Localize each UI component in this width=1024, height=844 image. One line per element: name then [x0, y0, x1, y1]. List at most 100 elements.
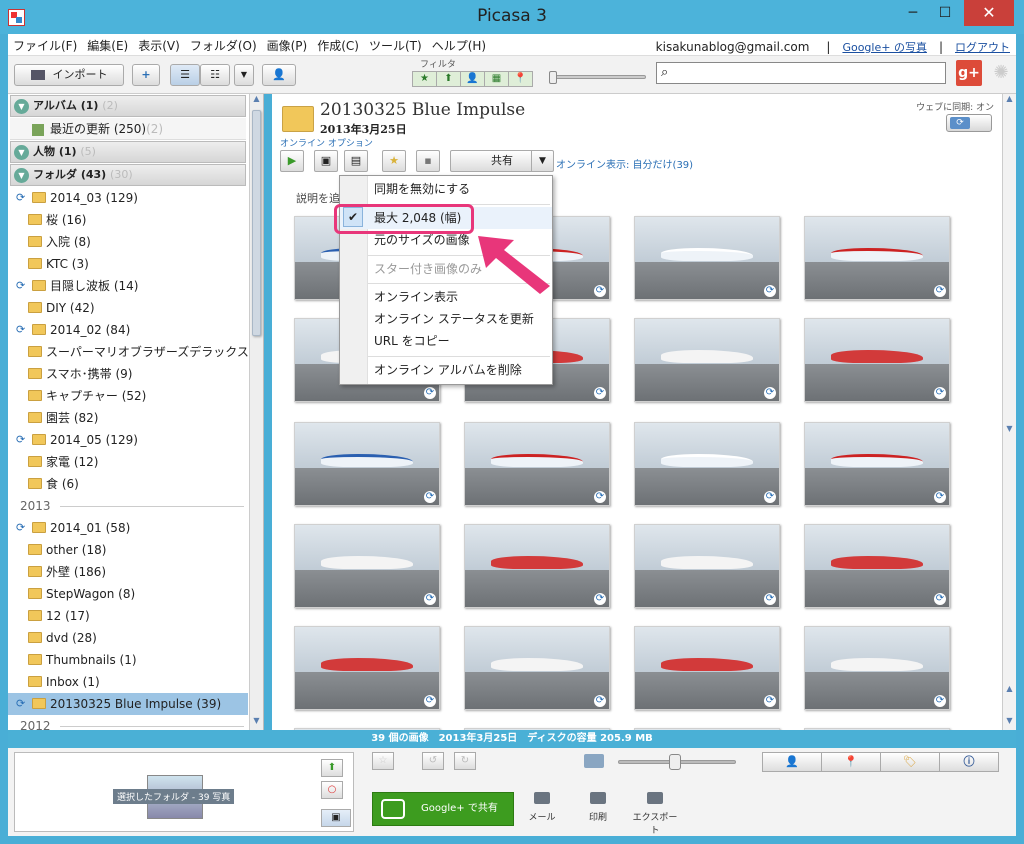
- menu-view[interactable]: 表示(V): [133, 34, 185, 57]
- scroll-down-icon[interactable]: ▼: [1003, 716, 1016, 730]
- folder-item[interactable]: 入院 (8): [8, 231, 248, 253]
- photo-thumbnail[interactable]: ⟳: [294, 626, 440, 710]
- folder-item[interactable]: 園芸 (82): [8, 407, 248, 429]
- maximize-button[interactable]: ☐: [930, 0, 960, 26]
- people-button[interactable]: 👤: [262, 64, 296, 86]
- photo-thumbnail[interactable]: ⟳: [634, 318, 780, 402]
- clear-icon[interactable]: ○: [321, 781, 343, 799]
- sync-toggle[interactable]: ⟳: [946, 114, 992, 132]
- filter-slider[interactable]: [549, 71, 646, 84]
- info-icon[interactable]: ⓘ: [939, 752, 999, 772]
- folder-item[interactable]: ⟳ 2014_02 (84): [8, 319, 248, 341]
- location-pin-icon[interactable]: 📍: [821, 752, 881, 772]
- scroll-down-icon[interactable]: ▼: [250, 716, 263, 730]
- list-view-button[interactable]: ☰: [170, 64, 200, 86]
- folder-item[interactable]: 12 (17): [8, 605, 248, 627]
- photo-thumbnail[interactable]: ⟳: [634, 422, 780, 506]
- expand-icon[interactable]: ▼: [14, 145, 29, 160]
- folder-item[interactable]: Thumbnails (1): [8, 649, 248, 671]
- expand-icon[interactable]: ▼: [14, 168, 29, 183]
- folder-item[interactable]: ⟳ 2014_01 (58): [8, 517, 248, 539]
- folder-item[interactable]: ⟳ 20130325 Blue Impulse (39): [8, 693, 248, 715]
- zoom-slider[interactable]: [618, 754, 736, 770]
- zoom-slider-knob[interactable]: [669, 754, 681, 770]
- menu-folder[interactable]: フォルダ(O): [185, 34, 262, 57]
- folder-item[interactable]: DIY (42): [8, 297, 248, 319]
- folder-item[interactable]: スーパーマリオブラザーズデラックス (10): [8, 341, 263, 363]
- photo-thumbnail[interactable]: ⟳: [804, 626, 950, 710]
- section-albums[interactable]: ▼ アルバム (1) (2): [10, 95, 246, 117]
- import-button[interactable]: インポート: [14, 64, 124, 86]
- album-title[interactable]: 20130325 Blue Impulse: [320, 100, 525, 120]
- gplus-icon[interactable]: g+: [956, 60, 982, 86]
- scrollbar-thumb[interactable]: [252, 110, 261, 336]
- menu-help[interactable]: ヘルプ(H): [427, 34, 491, 57]
- folder-item[interactable]: StepWagon (8): [8, 583, 248, 605]
- face-filter-icon[interactable]: 👤: [460, 71, 485, 87]
- menu-file[interactable]: ファイル(F): [8, 34, 82, 57]
- people-icon[interactable]: 👤: [762, 752, 822, 772]
- menu-picture[interactable]: 画像(P): [262, 34, 313, 57]
- photo-thumbnail[interactable]: ⟳: [464, 626, 610, 710]
- folder-item[interactable]: 食 (6): [8, 473, 248, 495]
- tree-view-button[interactable]: ☷: [200, 64, 230, 86]
- caption-prompt[interactable]: 説明を追: [296, 190, 340, 206]
- export-button[interactable]: エクスポート: [632, 792, 678, 836]
- play-slideshow-button[interactable]: ▶: [280, 150, 304, 172]
- section-folders[interactable]: ▼ フォルダ (43) (30): [10, 164, 246, 186]
- view-options-dropdown[interactable]: ▼: [234, 64, 254, 86]
- scroll-up-icon[interactable]: ▲: [250, 94, 263, 108]
- scroll-up-icon[interactable]: ▲: [1003, 94, 1016, 108]
- close-button[interactable]: ✕: [964, 0, 1014, 26]
- minimize-button[interactable]: ─: [898, 0, 928, 26]
- star-filter-icon[interactable]: ★: [412, 71, 437, 87]
- photo-thumbnail[interactable]: ⟳: [294, 422, 440, 506]
- add-to-album-button[interactable]: +: [132, 64, 160, 86]
- folder-item[interactable]: 家電 (12): [8, 451, 248, 473]
- folder-item[interactable]: ⟳ 2014_05 (129): [8, 429, 248, 451]
- collage-button[interactable]: ▣: [314, 150, 338, 172]
- photo-thumbnail[interactable]: ⟳: [464, 422, 610, 506]
- gplus-photos-link[interactable]: Google+ の写真: [842, 41, 927, 54]
- menu-item-refresh-online-status[interactable]: オンライン ステータスを更新: [340, 308, 552, 330]
- chevron-down-icon[interactable]: ▼: [531, 151, 553, 171]
- folder-item[interactable]: KTC (3): [8, 253, 248, 275]
- expand-icon[interactable]: ▼: [14, 99, 29, 114]
- photo-thumbnail[interactable]: ⟳: [634, 524, 780, 608]
- folder-item[interactable]: スマホ･携帯 (9): [8, 363, 248, 385]
- menu-tools[interactable]: ツール(T): [364, 34, 427, 57]
- photo-thumbnail[interactable]: ⟳: [294, 524, 440, 608]
- print-button[interactable]: 印刷: [578, 792, 618, 823]
- email-button[interactable]: メール: [522, 792, 562, 823]
- menu-item-delete-online-album[interactable]: オンライン アルバムを削除: [340, 359, 552, 381]
- rotate-left-icon[interactable]: ↺: [422, 752, 444, 770]
- online-options-link[interactable]: オンライン オプション: [280, 136, 373, 149]
- star-button[interactable]: ★: [382, 150, 406, 172]
- scroll-up-icon[interactable]: ▲: [1003, 684, 1016, 698]
- folder-item[interactable]: Inbox (1): [8, 671, 248, 693]
- filter-slider-knob[interactable]: [549, 71, 557, 84]
- photo-thumbnail[interactable]: ⟳: [464, 524, 610, 608]
- menu-edit[interactable]: 編集(E): [82, 34, 133, 57]
- folder-item[interactable]: dvd (28): [8, 627, 248, 649]
- section-people[interactable]: ▼ 人物 (1) (5): [10, 141, 246, 163]
- online-view-status[interactable]: オンライン表示: 自分だけ(39): [556, 156, 693, 171]
- folder-item[interactable]: キャプチャー (52): [8, 385, 248, 407]
- video-filter-icon[interactable]: ▦: [484, 71, 509, 87]
- photo-thumbnail[interactable]: ⟳: [804, 524, 950, 608]
- menu-item-disable-sync[interactable]: 同期を無効にする: [340, 178, 552, 200]
- share-button[interactable]: 共有 ▼: [450, 150, 554, 172]
- photo-thumbnail[interactable]: ⟳: [804, 318, 950, 402]
- hold-icon[interactable]: ⬆: [321, 759, 343, 777]
- upload-filter-icon[interactable]: ⬆: [436, 71, 461, 87]
- folder-item[interactable]: 桜 (16): [8, 209, 248, 231]
- folder-item[interactable]: 外壁 (186): [8, 561, 248, 583]
- save-button[interactable]: ▪: [416, 150, 440, 172]
- menu-item-copy-url[interactable]: URL をコピー: [340, 330, 552, 352]
- folder-item[interactable]: ⟳ 2014_03 (129): [8, 187, 248, 209]
- photo-thumbnail[interactable]: ⟳: [634, 216, 780, 300]
- photo-scrollbar[interactable]: ▲ ▼ ▲ ▼: [1002, 94, 1016, 730]
- logout-link[interactable]: ログアウト: [955, 41, 1010, 54]
- movie-button[interactable]: ▤: [344, 150, 368, 172]
- tag-icon[interactable]: 🏷: [880, 752, 940, 772]
